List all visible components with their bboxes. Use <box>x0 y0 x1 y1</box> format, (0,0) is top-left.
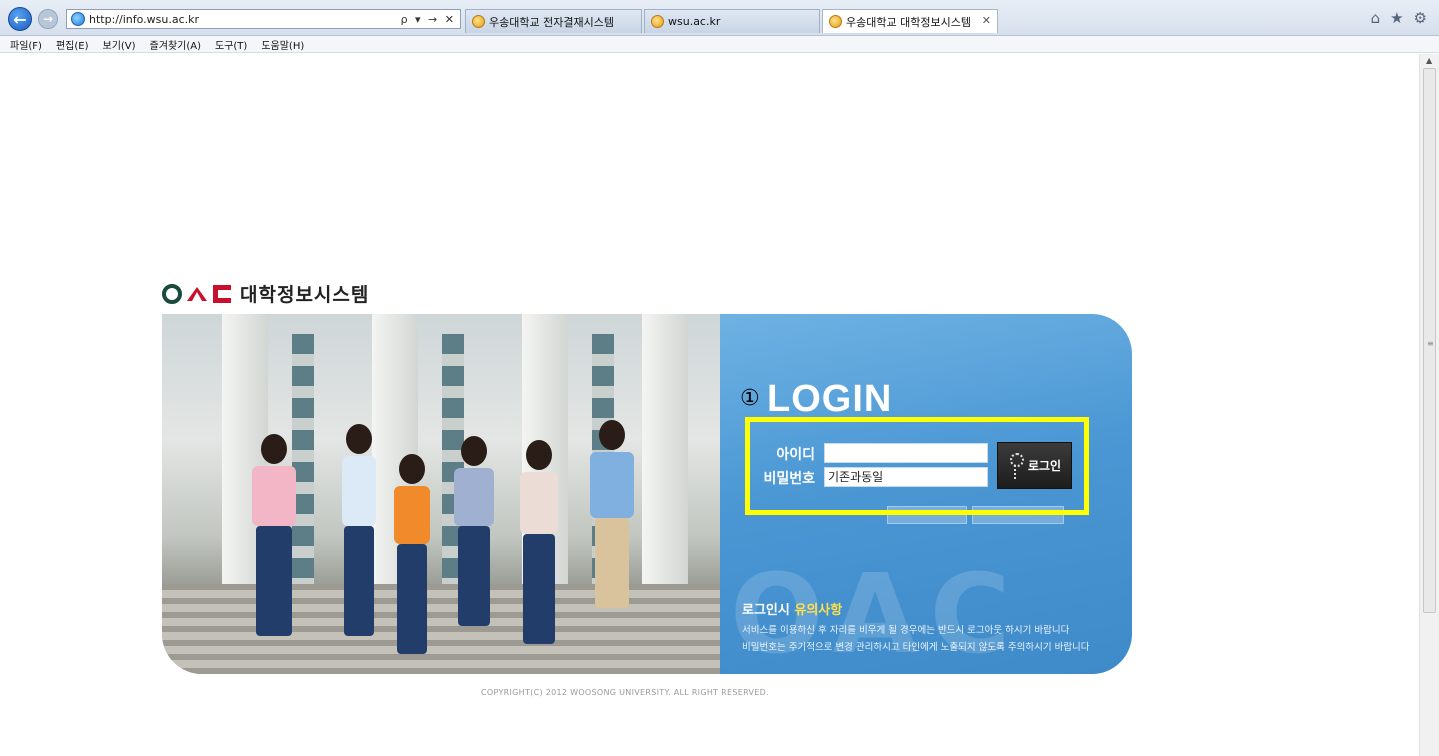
menu-edit[interactable]: 편집(E) <box>56 37 89 52</box>
ie-tab-icon <box>472 15 485 28</box>
student-figure <box>454 436 494 626</box>
menu-file[interactable]: 파일(F) <box>10 37 42 52</box>
copyright-text: COPYRIGHT(C) 2012 WOOSONG UNIVERSITY. AL… <box>481 688 769 697</box>
tab-info-system[interactable]: 우송대학교 대학정보시스템 ✕ <box>822 9 998 33</box>
student-figure <box>520 440 558 644</box>
back-arrow-icon[interactable]: ← <box>8 7 32 31</box>
menu-tools[interactable]: 도구(T) <box>215 37 247 52</box>
student-figure <box>394 454 430 654</box>
notice-title: 로그인시 유의사항 <box>742 599 842 618</box>
page-content: 대학정보시스템 OAC ① LOGIN 아이디 비밀번호 기존과동일 로그인 로… <box>0 54 1419 756</box>
scroll-thumb[interactable]: ≡ <box>1423 68 1436 613</box>
tab-wsu[interactable]: wsu.ac.kr <box>644 9 820 33</box>
star-icon[interactable]: ★ <box>1390 9 1403 27</box>
login-title: LOGIN <box>767 378 893 420</box>
tab-label: 우송대학교 대학정보시스템 <box>846 15 971 29</box>
forward-arrow-icon[interactable]: → <box>38 9 58 29</box>
menu-help[interactable]: 도움말(H) <box>261 37 304 52</box>
annotation-marker: ① <box>740 386 760 411</box>
logo-o-shape <box>162 283 182 304</box>
gear-icon[interactable]: ⚙ <box>1414 9 1427 27</box>
login-panel: OAC ① LOGIN 아이디 비밀번호 기존과동일 로그인 로그인시 유의사항… <box>720 314 1132 674</box>
address-tools-icons[interactable]: ρ ▾ → ✕ <box>401 13 460 26</box>
notice-line: 비밀번호는 주기적으로 변경 관리하시고 타인에게 노출되지 않도록 주의하시기… <box>742 642 1090 653</box>
menu-bar: 파일(F) 편집(E) 보기(V) 즐겨찾기(A) 도구(T) 도움말(H) <box>0 36 1439 53</box>
login-card: OAC ① LOGIN 아이디 비밀번호 기존과동일 로그인 로그인시 유의사항… <box>162 314 1132 674</box>
menu-view[interactable]: 보기(V) <box>103 37 136 52</box>
ie-tab-icon <box>829 15 842 28</box>
tab-label: 우송대학교 전자결재시스템 <box>489 15 614 29</box>
chrome-right-icons: ⌂ ★ ⚙ <box>1371 9 1427 27</box>
notice-title-prefix: 로그인시 <box>742 603 795 618</box>
stairs <box>162 584 720 674</box>
university-logo: 대학정보시스템 <box>162 280 369 307</box>
home-icon[interactable]: ⌂ <box>1371 9 1381 27</box>
tab-approval-system[interactable]: 우송대학교 전자결재시스템 <box>465 9 642 33</box>
menu-favorites[interactable]: 즐겨찾기(A) <box>150 37 201 52</box>
logo-c-shape <box>213 284 231 303</box>
ie-tab-icon <box>651 15 664 28</box>
grip-icon: ≡ <box>1427 339 1434 348</box>
students-photo <box>162 314 720 674</box>
student-figure <box>342 424 376 636</box>
notice-title-highlight: 유의사항 <box>794 603 843 618</box>
ie-page-icon <box>71 12 85 26</box>
tab-label: wsu.ac.kr <box>668 15 721 28</box>
student-figure <box>252 434 296 636</box>
scroll-up-icon[interactable]: ▲ <box>1426 56 1432 65</box>
close-icon[interactable]: ✕ <box>982 14 991 27</box>
building-column <box>642 314 688 604</box>
logo-title: 대학정보시스템 <box>240 284 370 306</box>
browser-toolbar: ← → http://info.wsu.ac.kr ρ ▾ → ✕ 우송대학교 … <box>0 0 1439 36</box>
address-bar[interactable]: http://info.wsu.ac.kr ρ ▾ → ✕ <box>66 9 461 29</box>
vertical-scrollbar[interactable]: ▲ ≡ <box>1419 54 1439 756</box>
student-figure <box>590 420 634 608</box>
logo-a-shape <box>187 286 207 301</box>
notice-line: 서비스를 이용하신 후 자리를 비우게 될 경우에는 반드시 로그아웃 하시기 … <box>742 625 1070 636</box>
address-url[interactable]: http://info.wsu.ac.kr <box>89 13 401 26</box>
highlight-box <box>745 417 1089 515</box>
